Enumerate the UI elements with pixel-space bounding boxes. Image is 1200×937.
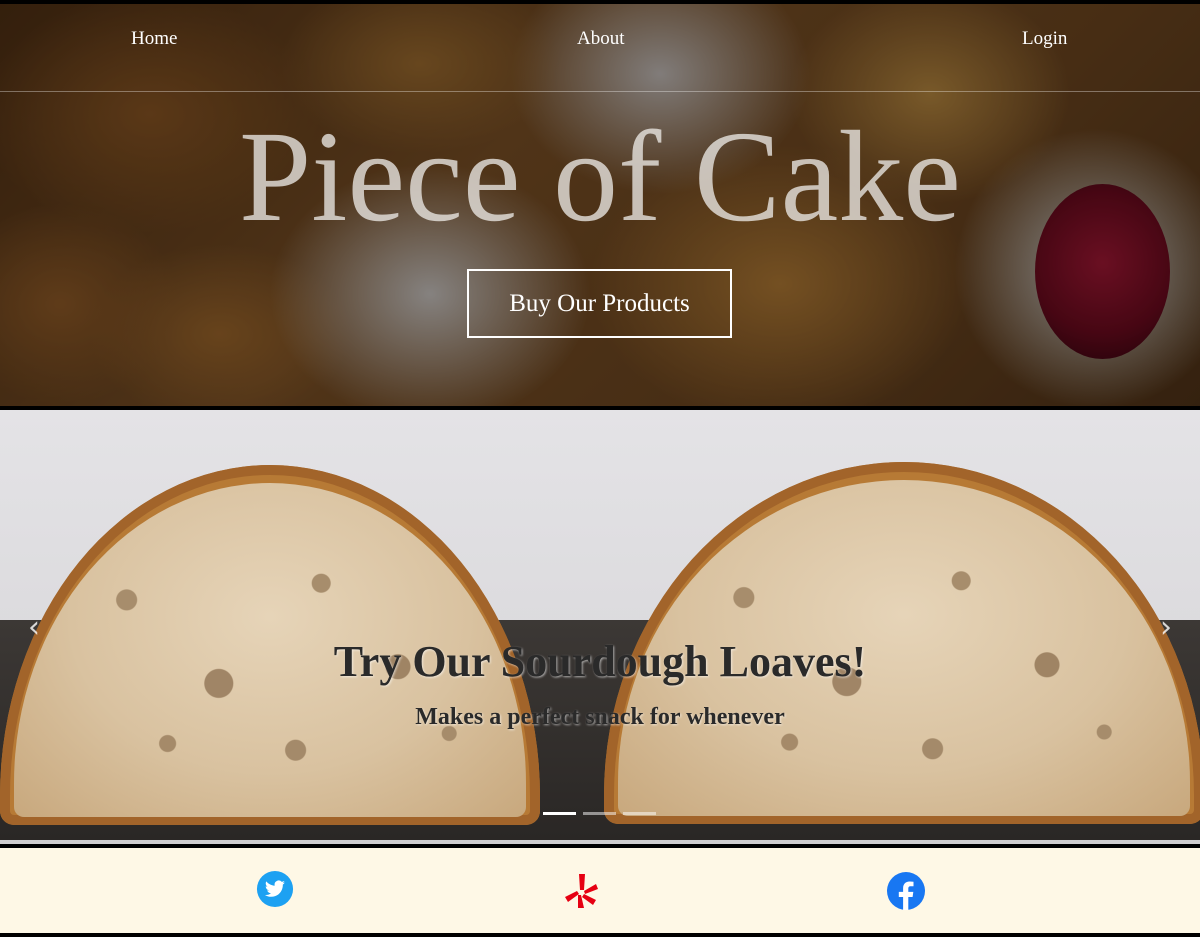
buy-products-button[interactable]: Buy Our Products xyxy=(467,269,732,338)
hero-banner: Home About Login Piece of Cake Buy Our P… xyxy=(0,4,1200,406)
twitter-icon xyxy=(256,870,294,908)
nav-home-link[interactable]: Home xyxy=(131,28,177,50)
yelp-icon xyxy=(565,874,598,908)
slide-title: Try Our Sourdough Loaves! xyxy=(333,637,867,686)
social-footer xyxy=(0,848,1200,933)
top-nav: Home About Login xyxy=(0,4,1200,92)
twitter-link[interactable] xyxy=(256,870,296,910)
carousel-indicator-3[interactable] xyxy=(623,812,656,815)
nav-about-link[interactable]: About xyxy=(577,28,625,50)
carousel-indicator-1[interactable] xyxy=(543,812,576,815)
carousel-indicators xyxy=(543,812,663,816)
hero-title: Piece of Cake xyxy=(239,105,961,249)
carousel-indicator-2[interactable] xyxy=(583,812,616,815)
facebook-link[interactable] xyxy=(886,871,926,911)
nav-login-link[interactable]: Login xyxy=(1022,28,1067,50)
product-carousel: ‹ › Try Our Sourdough Loaves! Makes a pe… xyxy=(0,410,1200,844)
yelp-link[interactable] xyxy=(562,871,602,911)
slide-subtitle: Makes a perfect snack for whenever xyxy=(415,704,785,730)
facebook-icon xyxy=(887,872,925,910)
